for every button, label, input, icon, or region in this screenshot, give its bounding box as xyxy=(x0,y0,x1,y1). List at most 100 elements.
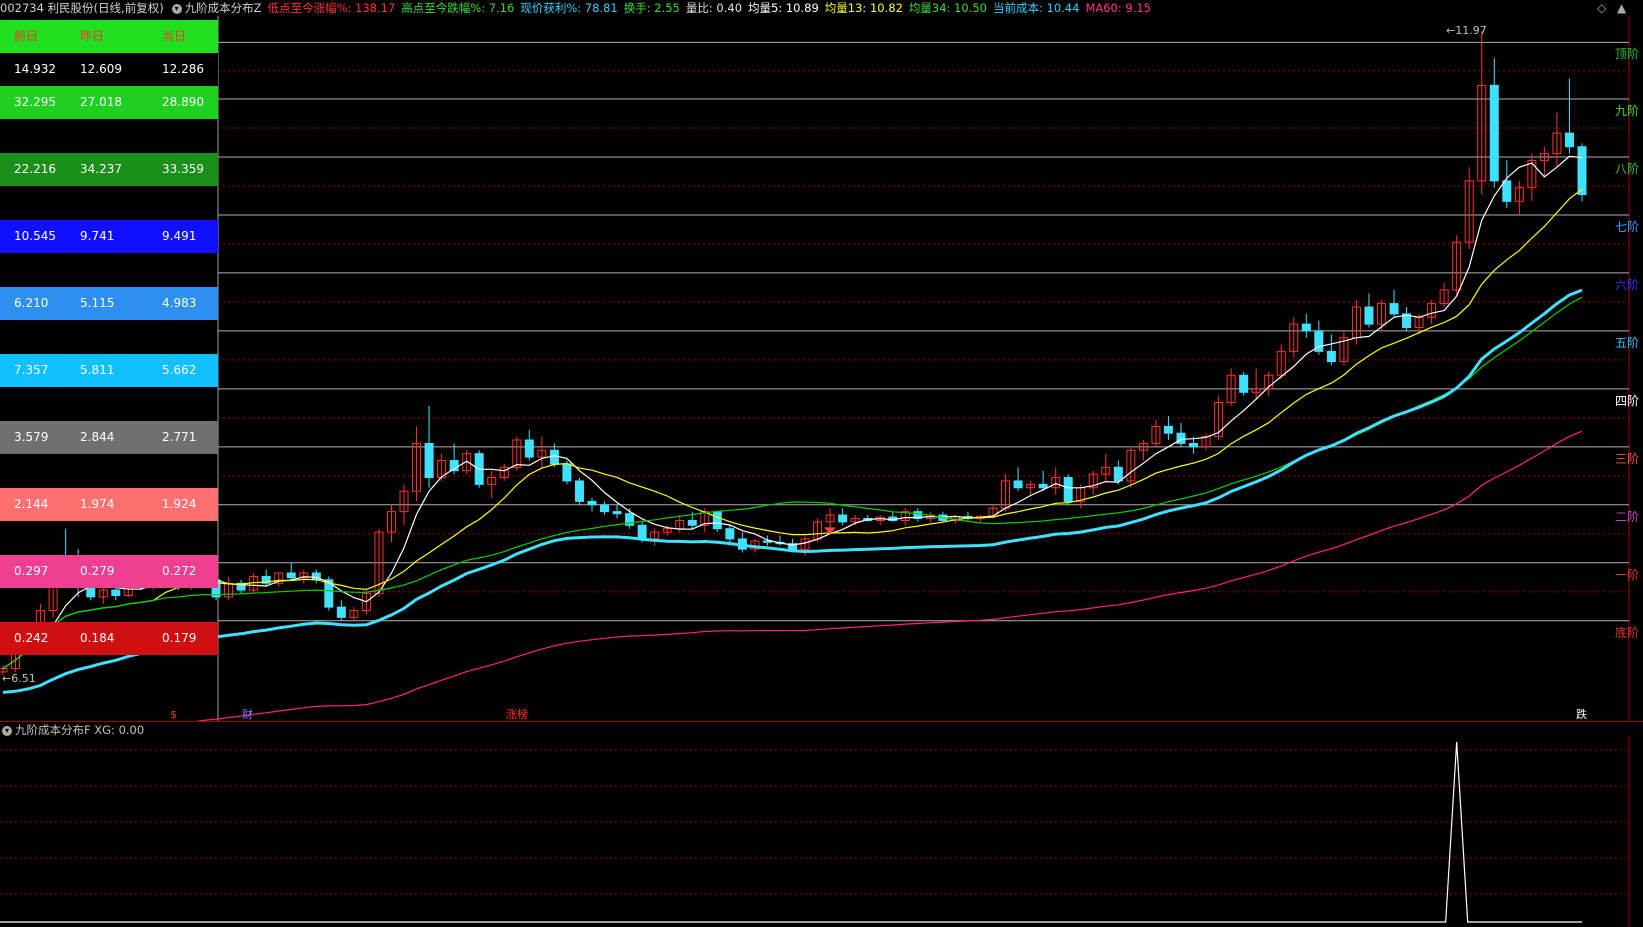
candle-body xyxy=(1564,132,1574,148)
level-label: 四阶 xyxy=(1614,393,1639,408)
event-marker[interactable]: 涨榜 xyxy=(506,709,528,721)
chart-header-bar: 002734 利民股份(日线,前复权) ▾ 九阶成本分布Z 低点至今涨幅%: 138.… xyxy=(0,0,1643,16)
candle-body xyxy=(1301,323,1311,332)
level-cell: 2.844 xyxy=(80,430,115,444)
level-row: 6.210 5.115 4.983 xyxy=(0,287,218,320)
level-cell: 32.295 xyxy=(14,95,56,109)
stat-6: 均量13: 10.82 xyxy=(824,1,903,15)
stat-5: 均量5: 10.89 xyxy=(748,1,819,15)
level-cell: 0.297 xyxy=(14,564,49,578)
candle-body xyxy=(424,442,434,479)
candle-body xyxy=(1389,303,1399,315)
candle-body xyxy=(1189,442,1199,448)
candle-body xyxy=(1113,466,1123,482)
stat-1: 高点至今跌幅%: 7.16 xyxy=(401,1,515,15)
level-cell: 0.279 xyxy=(80,564,115,578)
xg-indicator-chart[interactable] xyxy=(0,736,1643,927)
level-cell: 5.115 xyxy=(80,296,115,310)
event-marker[interactable]: $ xyxy=(170,709,177,721)
stat-3: 换手: 2.55 xyxy=(623,1,680,15)
level-cell: 5.811 xyxy=(80,363,115,377)
level-label: 顶阶 xyxy=(1614,47,1639,62)
level-cell: 27.018 xyxy=(80,95,122,109)
candle-body xyxy=(1038,483,1048,489)
dropdown-icon[interactable]: ▾ xyxy=(2,725,12,736)
stat-4: 量比: 0.40 xyxy=(685,1,743,15)
candle-body xyxy=(524,439,534,458)
level-cell: 28.890 xyxy=(162,95,204,109)
header-cell: 当日 xyxy=(162,29,187,43)
candle-body xyxy=(587,500,597,506)
level-cell: 9.491 xyxy=(162,229,197,243)
level-cell: 9.741 xyxy=(80,229,115,243)
level-cell: 1.974 xyxy=(80,497,115,511)
level-label: 五阶 xyxy=(1614,335,1639,350)
level-cell: 14.932 xyxy=(14,62,56,76)
level-cell: 0.272 xyxy=(162,564,197,578)
high-price-label: ←11.97 xyxy=(1446,24,1487,37)
level-label: 一阶 xyxy=(1614,567,1639,582)
price-chart[interactable]: ←11.97←6.51 xyxy=(0,16,1643,721)
header-cell: 前日 xyxy=(14,29,39,43)
diamond-icon[interactable]: ◇ xyxy=(1597,0,1606,16)
candle-body xyxy=(1163,425,1173,434)
candle-body xyxy=(637,524,647,540)
candle-body xyxy=(286,572,296,579)
level-cell: 4.983 xyxy=(162,296,197,310)
panel-divider[interactable] xyxy=(0,721,1643,722)
candle-body xyxy=(562,463,572,482)
header-cell: 昨日 xyxy=(80,29,105,43)
level-cell: 10.545 xyxy=(14,229,56,243)
ma-line-13 xyxy=(2,188,1583,669)
stat-7: 均量34: 10.50 xyxy=(908,1,987,15)
level-row: 14.932 12.609 12.286 xyxy=(0,53,218,86)
triangle-icon[interactable]: ▲ xyxy=(1617,0,1626,16)
level-label: 八阶 xyxy=(1614,161,1639,176)
dropdown-icon[interactable]: ▾ xyxy=(171,3,182,14)
xg-line xyxy=(0,741,1582,923)
level-cell: 7.357 xyxy=(14,363,49,377)
level-cell: 0.179 xyxy=(162,631,197,645)
stock-code-name[interactable]: 002734 利民股份(日线,前复权) xyxy=(0,1,164,15)
indicator-stats: 低点至今涨幅%: 138.17 高点至今跌幅%: 7.16 现价获利%: 78.81… xyxy=(268,1,1157,15)
level-label: 六阶 xyxy=(1614,277,1639,292)
level-row: 32.295 27.018 28.890 xyxy=(0,86,218,119)
level-row: 7.357 5.811 5.662 xyxy=(0,354,218,387)
event-marker[interactable]: 跌 xyxy=(1576,709,1587,721)
candle-body xyxy=(1326,350,1336,363)
level-row: 10.545 9.741 9.491 xyxy=(0,220,218,253)
level-cell: 22.216 xyxy=(14,162,56,176)
ma-line-34 xyxy=(2,296,1583,669)
level-cell: 5.662 xyxy=(162,363,197,377)
level-row: 2.144 1.974 1.924 xyxy=(0,488,218,521)
level-table-header: 前日 昨日 当日 xyxy=(0,20,218,53)
ma-line-当前成本 xyxy=(2,288,1583,694)
candle-body xyxy=(574,480,584,502)
stat-8: 当前成本: 10.44 xyxy=(992,1,1080,15)
level-cell: 6.210 xyxy=(14,296,49,310)
stat-9: MA60: 9.15 xyxy=(1085,1,1151,15)
cost-level-table: 前日 昨日 当日 14.932 12.609 12.286 32.295 27.018 28.8… xyxy=(0,20,218,709)
level-cell: 34.237 xyxy=(80,162,122,176)
candle-body xyxy=(1364,306,1374,325)
level-cell: 3.579 xyxy=(14,430,49,444)
candle-body xyxy=(1577,146,1587,195)
candle-body xyxy=(1239,374,1249,393)
stat-2: 现价获利%: 78.81 xyxy=(520,1,618,15)
stat-0: 低点至今涨幅%: 138.17 xyxy=(267,1,396,15)
candle-body xyxy=(1502,180,1512,202)
candle-body xyxy=(549,449,559,465)
level-cell: 12.609 xyxy=(80,62,122,76)
level-row: 3.579 2.844 2.771 xyxy=(0,421,218,454)
candle-body xyxy=(1063,477,1073,502)
level-row: 0.242 0.184 0.179 xyxy=(0,622,218,655)
event-marker[interactable]: 财 xyxy=(242,709,253,721)
level-label: 七阶 xyxy=(1614,219,1639,234)
level-cell: 12.286 xyxy=(162,62,204,76)
indicator-name[interactable]: 九阶成本分布Z xyxy=(185,1,262,15)
candle-body xyxy=(687,519,697,526)
level-row: 0.297 0.279 0.272 xyxy=(0,555,218,588)
candle-body xyxy=(612,511,622,515)
level-cell: 0.242 xyxy=(14,631,49,645)
candle-body xyxy=(1013,480,1023,489)
